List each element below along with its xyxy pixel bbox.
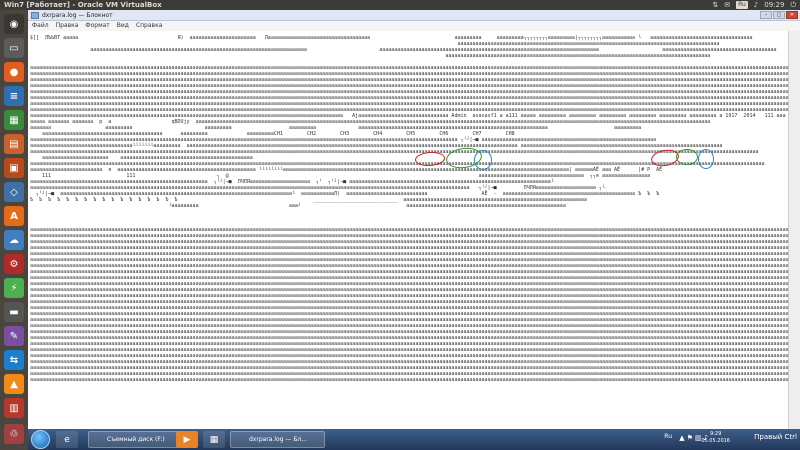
guest-time: 9:29 [710, 431, 722, 437]
guest-taskbar: e Съемный диск (F:) ▶ ▦ dxrpara.log — Бл… [28, 429, 800, 450]
power-icon[interactable]: ⏻ [790, 0, 796, 10]
blue-circle-111b [698, 149, 714, 169]
notepad-menubar: Файл Правка Формат Вид Справка [28, 21, 800, 31]
transfer-icon[interactable]: ⚡ [4, 278, 24, 298]
vm-screen: dxrpara.log — Блокнот – □ ✕ Файл Правка … [28, 10, 800, 450]
removable-disk-label: Съемный диск (F:) [107, 436, 165, 443]
drive-icon[interactable]: ▬ [4, 302, 24, 322]
firefox-icon[interactable]: ● [4, 62, 24, 82]
monitor-icon[interactable]: ▥ [4, 398, 24, 418]
volume-icon[interactable]: ♪ [754, 0, 758, 10]
media-player-icon[interactable]: ▶ [176, 431, 198, 448]
calc-icon[interactable]: ▦ [4, 110, 24, 130]
host-key-label: Правый Ctrl [754, 433, 797, 441]
tool-icon[interactable]: ✎ [4, 326, 24, 346]
guest-date: 05.05.2016 [701, 438, 730, 444]
guest-clock[interactable]: 9:29 05.05.2016 [701, 431, 730, 445]
vertical-scrollbar[interactable] [788, 31, 800, 429]
taskbar-removable-disk[interactable]: Съемный диск (F:) [88, 431, 188, 448]
start-button[interactable] [31, 430, 50, 449]
impress-icon[interactable]: ▤ [4, 134, 24, 154]
host-clock[interactable]: 09:29 [764, 0, 784, 10]
menu-edit[interactable]: Правка [56, 21, 79, 31]
guest-language[interactable]: Ru [664, 433, 672, 440]
menu-format[interactable]: Формат [85, 21, 109, 31]
mail-icon[interactable]: ✉ [724, 0, 730, 10]
menu-file[interactable]: Файл [32, 21, 49, 31]
notepad-task-label: dxrpara.log — Бл... [249, 436, 307, 443]
teamviewer-icon[interactable]: ⇆ [4, 350, 24, 370]
settings-icon[interactable]: ⚙ [4, 254, 24, 274]
notepad-titlebar: dxrpara.log — Блокнот – □ ✕ [28, 10, 800, 21]
virtualbox-icon[interactable]: ◇ [4, 182, 24, 202]
host-launcher: ◉ ▭ ● ≡ ▦ ▤ ▣ ◇ A ☁ ⚙ ⚡ ▬ ✎ ⇆ ▲ ▥ ♲ [0, 10, 28, 450]
host-top-panel: Win7 [Работает] - Oracle VM VirtualBox ⇅… [0, 0, 800, 10]
vlc-icon[interactable]: ▲ [4, 374, 24, 394]
log-line: аааааааааааааааааааааааааааааааааааааааа… [30, 53, 711, 59]
close-button[interactable]: ✕ [786, 11, 798, 19]
writer-icon[interactable]: ≡ [4, 86, 24, 106]
amazon-icon[interactable]: A [4, 206, 24, 226]
software-center-icon[interactable]: ▣ [4, 158, 24, 178]
blue-circle-111 [474, 150, 492, 170]
trash-icon[interactable]: ♲ [4, 424, 24, 444]
notepad-title: dxrpara.log — Блокнот [42, 12, 113, 19]
menu-help[interactable]: Справка [136, 21, 162, 31]
host-tray: ⇅ ✉ Ru ♪ 09:29 ⏻ [712, 0, 796, 10]
notepad-app-icon [31, 12, 39, 19]
cloud-icon[interactable]: ☁ [4, 230, 24, 250]
menu-view[interactable]: Вид [117, 21, 129, 31]
window-controls: – □ ✕ [760, 11, 798, 19]
minimize-button[interactable]: – [760, 11, 772, 19]
green-circle-2014 [676, 149, 698, 165]
ie-icon[interactable]: e [56, 431, 78, 448]
log-line: аааааааааааааааааааааааааааааааааааааааа… [30, 377, 788, 383]
dash-home-icon[interactable]: ◉ [4, 14, 24, 34]
keyboard-layout-indicator[interactable]: Ru [736, 1, 748, 9]
windows-icon[interactable]: ▦ [203, 431, 225, 448]
network-icon[interactable]: ⇅ [712, 0, 718, 10]
notepad-text-area[interactable]: $[[ ЛЪЬВТ ааааа Я) ааааааааааааааааааааа… [28, 31, 788, 429]
file-manager-icon[interactable]: ▭ [4, 38, 24, 58]
host-window-title: Win7 [Работает] - Oracle VM VirtualBox [4, 1, 162, 9]
maximize-button[interactable]: □ [773, 11, 785, 19]
taskbar-notepad[interactable]: dxrpara.log — Бл... [230, 431, 325, 448]
